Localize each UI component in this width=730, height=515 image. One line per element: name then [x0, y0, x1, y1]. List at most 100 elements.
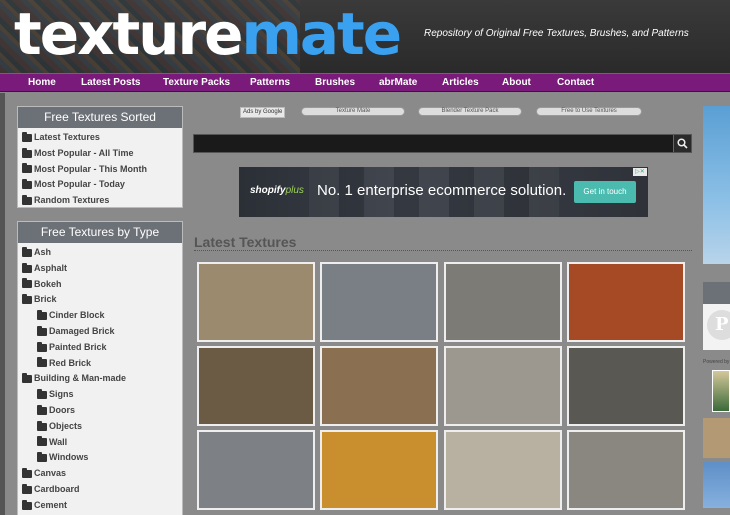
- sidebar-item-label: Latest Textures: [34, 132, 100, 142]
- sidebar-type-item[interactable]: Doors: [18, 403, 182, 419]
- nav-latest-posts[interactable]: Latest Posts: [81, 74, 140, 91]
- sidebar-type-item[interactable]: Red Brick: [18, 356, 182, 372]
- search-bar: [193, 134, 692, 153]
- sidebar-type-item[interactable]: Brick: [18, 292, 182, 308]
- get-in-touch-button[interactable]: Get in touch: [574, 181, 636, 203]
- folder-icon: [22, 179, 32, 190]
- sidebar-item-latest-textures[interactable]: Latest Textures: [18, 130, 182, 146]
- sidebar-item-most-popular-today[interactable]: Most Popular - Today: [18, 177, 182, 193]
- search-icon: [677, 138, 688, 149]
- sidebar-item-label: Ash: [34, 247, 52, 257]
- shopify-banner-ad[interactable]: shopifyplus No. 1 enterprise ecommerce s…: [239, 167, 648, 217]
- sidebar-type-item[interactable]: Painted Brick: [18, 340, 182, 356]
- sidebar-type-item[interactable]: Damaged Brick: [18, 324, 182, 340]
- sidebar-type-item[interactable]: Canvas: [18, 466, 182, 482]
- sidebar-item-label: Asphalt: [34, 262, 68, 273]
- nav-abrmate[interactable]: abrMate: [379, 74, 417, 91]
- texture-thumbnail-rusty-wood[interactable]: [444, 346, 562, 426]
- latest-textures-heading: Latest Textures: [194, 234, 297, 250]
- texture-thumbnail-gray-plaster[interactable]: [197, 430, 315, 510]
- folder-icon: [37, 404, 47, 415]
- shopify-logo: shopifyplus: [250, 185, 304, 196]
- sidebar-item-label: Most Popular - Today: [34, 179, 125, 190]
- nav-home[interactable]: Home: [28, 74, 56, 91]
- texture-thumbnail-orange-paper[interactable]: [320, 430, 438, 510]
- search-input[interactable]: [194, 135, 674, 152]
- sidebar-type-item[interactable]: Building & Man-made: [18, 371, 182, 387]
- sidebar-item-label: Building & Man-made: [34, 373, 126, 384]
- pinterest-icon[interactable]: [707, 310, 730, 340]
- adchoices-icon[interactable]: ▷✕: [633, 168, 647, 176]
- search-button[interactable]: [673, 135, 691, 152]
- folder-icon: [22, 483, 32, 494]
- texture-thumbnail-concrete[interactable]: [320, 262, 438, 342]
- sidebar-type-item[interactable]: Windows: [18, 450, 182, 466]
- sidebar-item-most-popular-all-time[interactable]: Most Popular - All Time: [18, 146, 182, 162]
- nav-patterns[interactable]: Patterns: [250, 74, 290, 91]
- google-ads-row: Ads by Google Texture Mate Blender Textu…: [240, 107, 642, 118]
- site-tagline: Repository of Original Free Textures, Br…: [424, 28, 689, 39]
- texture-thumbnail-bark[interactable]: [567, 346, 685, 426]
- folder-icon: [22, 278, 32, 289]
- nav-texture-packs[interactable]: Texture Packs: [163, 74, 230, 91]
- sidebar-item-label: Bokeh: [34, 278, 62, 289]
- sidebar-item-label: Wall: [49, 436, 68, 447]
- texture-thumbnail-beige-wall[interactable]: [444, 430, 562, 510]
- folder-icon: [22, 163, 32, 174]
- sidebar-type-item[interactable]: Wall: [18, 435, 182, 451]
- folder-icon: [22, 195, 32, 206]
- sidebar-type-item[interactable]: Cement: [18, 498, 182, 514]
- sidebar-item-label: Cement: [34, 499, 68, 510]
- sidebar-item-label: Red Brick: [49, 357, 92, 368]
- ad-link-blender-texture-pack[interactable]: Blender Texture Pack: [418, 107, 522, 116]
- sidebar-by-type-box: Free Textures by Type Ash Asphalt Bokeh Bri…: [17, 221, 183, 515]
- nav-about[interactable]: About: [502, 74, 531, 91]
- texture-thumbnail-red-wood[interactable]: [567, 262, 685, 342]
- folder-icon: [37, 420, 47, 431]
- nav-articles[interactable]: Articles: [442, 74, 479, 91]
- sidebar-item-label: Canvas: [34, 468, 67, 479]
- sidebar-type-item[interactable]: Signs: [18, 387, 182, 403]
- folder-icon: [22, 131, 32, 142]
- sidebar-type-item[interactable]: Cinder Block: [18, 308, 182, 324]
- right-sidebar-thumbnail[interactable]: [703, 462, 730, 508]
- ad-link-free-to-use-textures[interactable]: Free to Use Textures: [536, 107, 642, 116]
- texture-thumbnail-cracked-wood[interactable]: [567, 430, 685, 510]
- ad-link-texture-mate[interactable]: Texture Mate: [301, 107, 405, 116]
- sidebar-item-label: Most Popular - This Month: [34, 163, 147, 174]
- sidebar-item-label: Doors: [49, 404, 76, 415]
- right-sidebar-header: [703, 282, 730, 304]
- nav-contact[interactable]: Contact: [557, 74, 594, 91]
- texture-thumbnail-wood-planks[interactable]: [197, 346, 315, 426]
- sidebar-item-label: Objects: [49, 420, 83, 431]
- folder-icon: [22, 499, 32, 510]
- sidebar-item-label: Cinder Block: [49, 310, 105, 321]
- texture-thumbnail-gray-wood[interactable]: [444, 262, 562, 342]
- section-divider: [194, 250, 692, 251]
- texture-thumbnail-wood-boards[interactable]: [320, 346, 438, 426]
- sidebar-item-label: Cardboard: [34, 483, 80, 494]
- sidebar-item-most-popular-month[interactable]: Most Popular - This Month: [18, 162, 182, 178]
- folder-icon: [37, 325, 47, 336]
- right-sidebar-thumbnail[interactable]: [712, 370, 730, 412]
- sidebar-sorted-list: Latest Textures Most Popular - All Time …: [18, 128, 182, 212]
- texture-thumbnail-leather[interactable]: [197, 262, 315, 342]
- sidebar-item-random-textures[interactable]: Random Textures: [18, 193, 182, 209]
- ads-by-google-label[interactable]: Ads by Google: [240, 107, 286, 118]
- sidebar-type-item[interactable]: Ash: [18, 245, 182, 261]
- sidebar-item-label: Damaged Brick: [49, 325, 115, 336]
- sidebar-by-type-title: Free Textures by Type: [18, 222, 182, 243]
- sidebar-type-item[interactable]: Objects: [18, 419, 182, 435]
- shopify-brand-text: shopify: [250, 185, 286, 196]
- right-sidebar-thumbnail[interactable]: [703, 418, 730, 458]
- sidebar-sorted-title: Free Textures Sorted: [18, 107, 182, 128]
- sidebar-sorted-box: Free Textures Sorted Latest Textures Mos…: [17, 106, 183, 208]
- powered-by-label: Powered by: [703, 359, 730, 365]
- site-logo[interactable]: texturemate: [14, 0, 402, 73]
- sidebar-type-item[interactable]: Cardboard: [18, 482, 182, 498]
- nav-brushes[interactable]: Brushes: [315, 74, 355, 91]
- main-nav: Home Latest Posts Texture Packs Patterns…: [0, 73, 730, 92]
- sidebar-type-item[interactable]: Bokeh: [18, 277, 182, 293]
- sidebar-item-label: Brick: [34, 294, 57, 305]
- sidebar-type-item[interactable]: Asphalt: [18, 261, 182, 277]
